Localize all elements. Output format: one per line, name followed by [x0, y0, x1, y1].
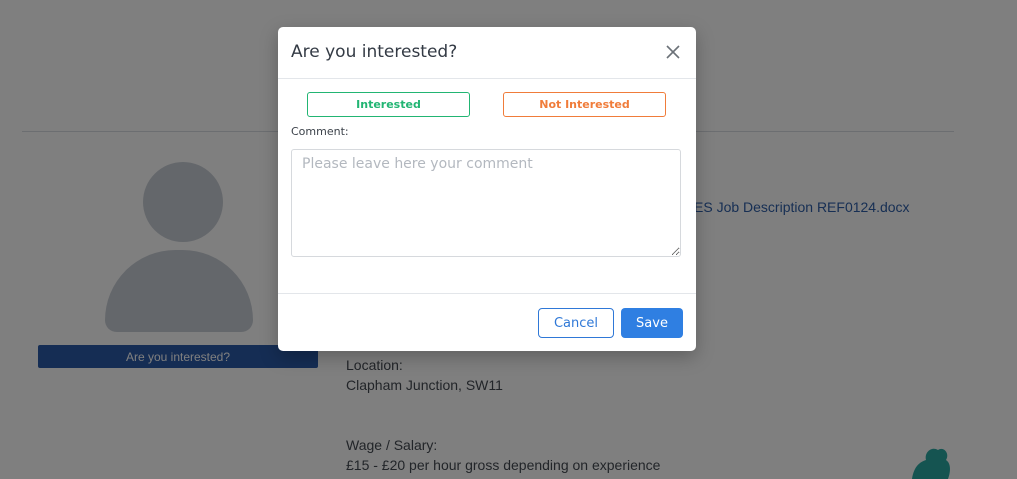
comment-textarea[interactable] [291, 149, 681, 257]
close-icon[interactable] [662, 41, 684, 63]
modal-footer-divider [278, 293, 696, 294]
interested-button[interactable]: Interested [307, 92, 470, 117]
comment-label: Comment: [291, 125, 349, 138]
modal-title: Are you interested? [291, 42, 458, 62]
save-button[interactable]: Save [621, 308, 683, 338]
cancel-button[interactable]: Cancel [538, 308, 614, 338]
modal-header: Are you interested? [278, 27, 696, 79]
not-interested-button[interactable]: Not Interested [503, 92, 666, 117]
interest-modal: Are you interested? Interested Not Inter… [278, 27, 696, 351]
